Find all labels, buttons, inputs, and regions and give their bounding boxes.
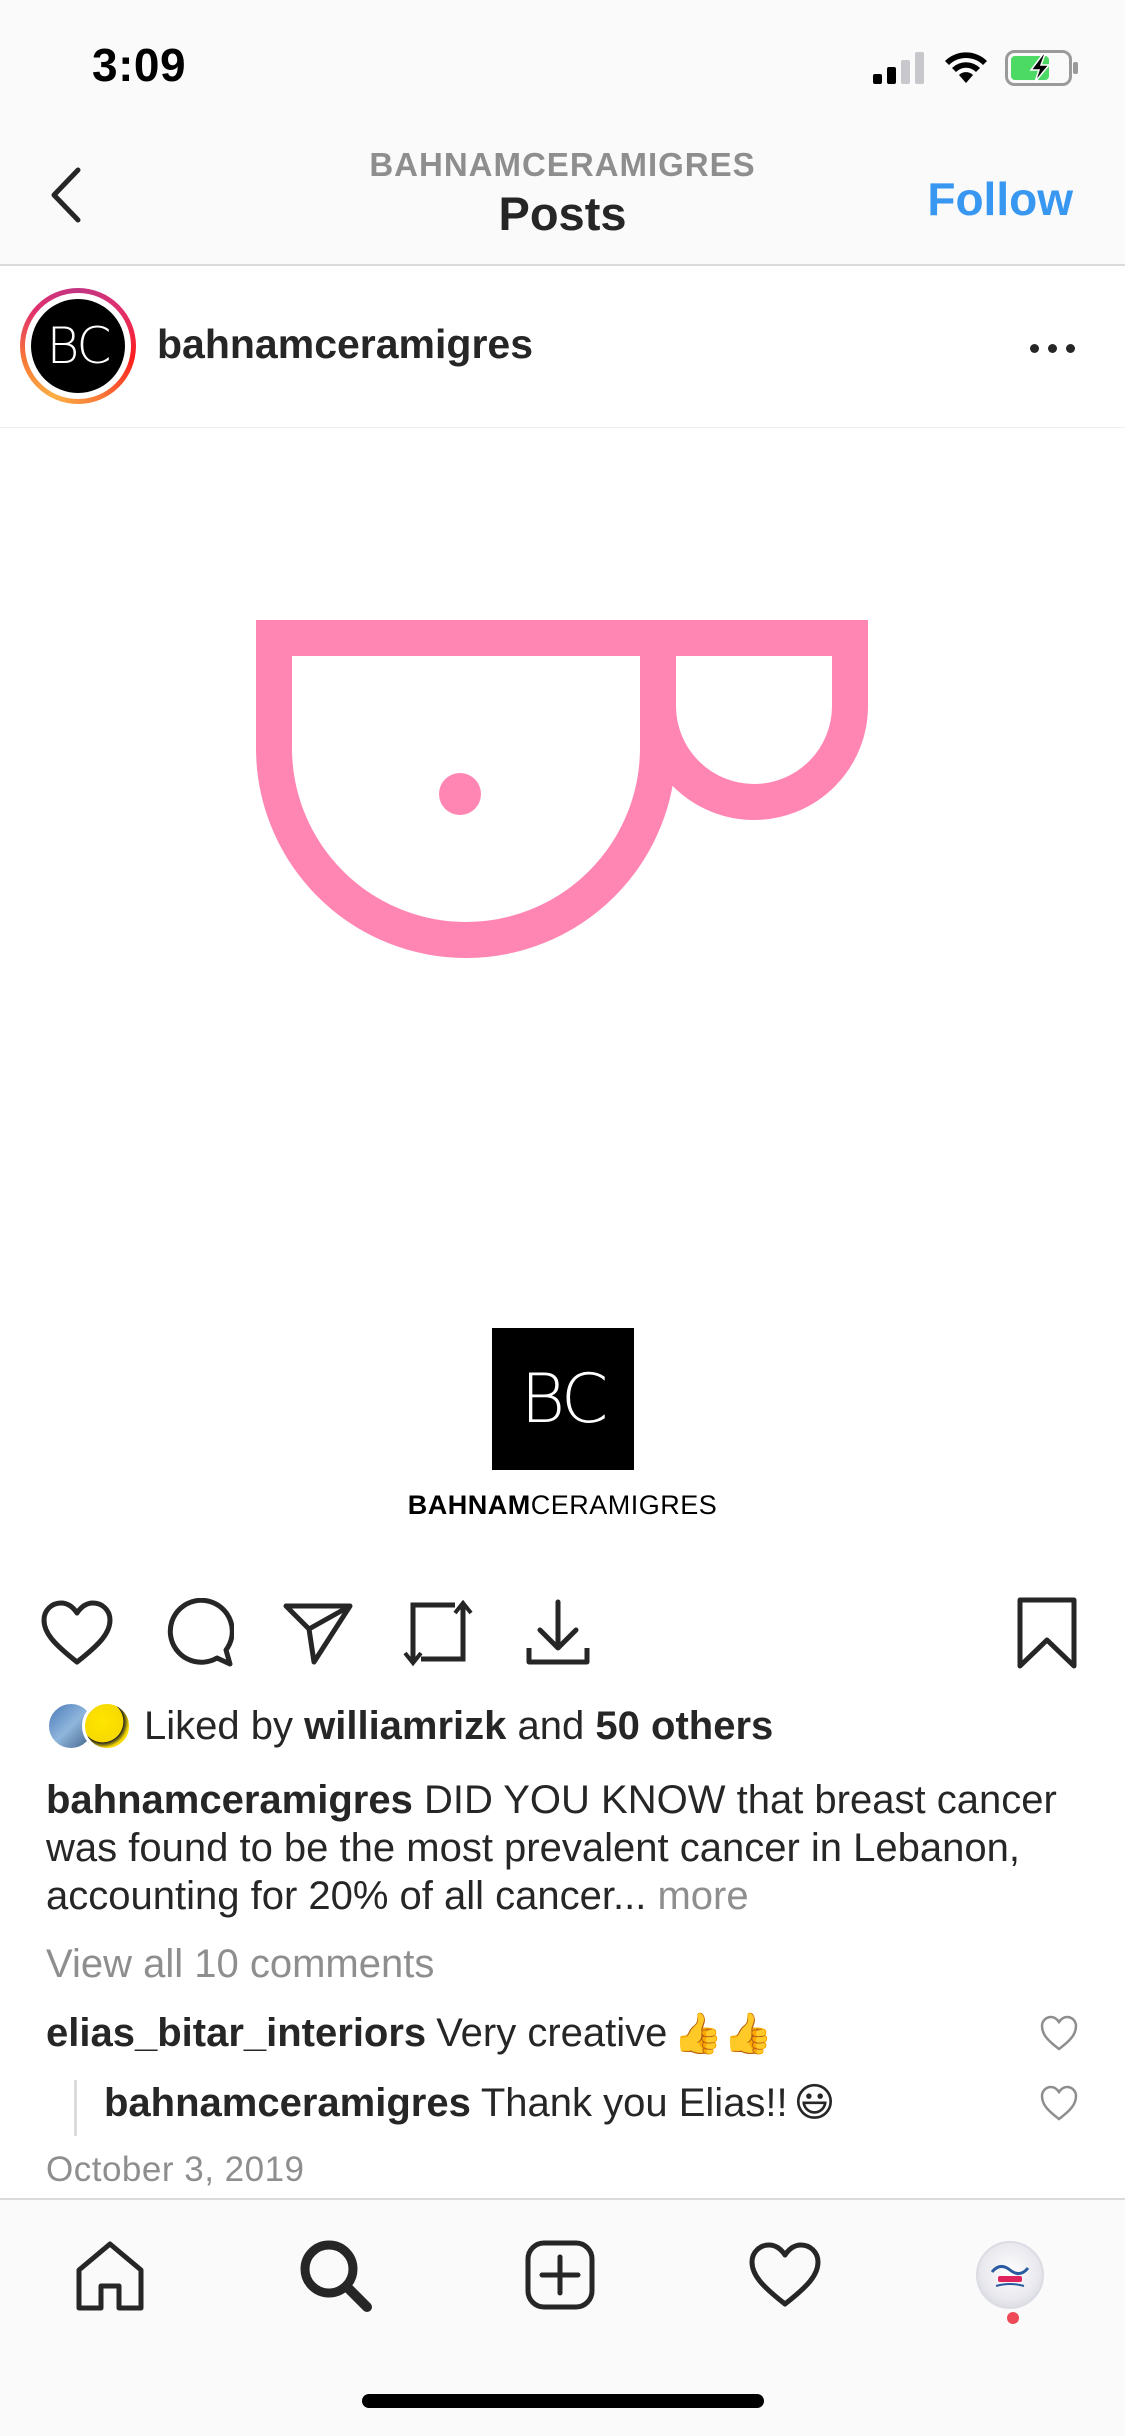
more-options-button[interactable]	[1017, 328, 1087, 368]
comment-like-heart-icon[interactable]	[1039, 2013, 1079, 2053]
dot-icon	[1065, 343, 1075, 353]
thumbs-up-emoji: 👍👍	[673, 2012, 774, 2056]
repost-icon	[403, 1599, 473, 1667]
comment-icon	[167, 1598, 234, 1667]
tab-profile[interactable]	[965, 2230, 1055, 2320]
share-button[interactable]	[276, 1591, 360, 1675]
profile-avatar	[976, 2241, 1044, 2309]
battery-charging-icon	[1005, 50, 1078, 86]
status-bar: 3:09	[0, 0, 1125, 132]
home-indicator[interactable]	[362, 2394, 764, 2408]
story-ring[interactable]: BC	[20, 288, 136, 404]
activity-heart-icon	[749, 2242, 821, 2307]
notification-dot	[1007, 2312, 1019, 2324]
repost-button[interactable]	[396, 1591, 480, 1675]
download-button[interactable]	[516, 1591, 600, 1675]
post-date: October 3, 2019	[46, 2150, 305, 2189]
avatar: BC	[31, 299, 125, 393]
home-icon	[76, 2241, 144, 2311]
caption-username[interactable]: bahnamceramigres	[46, 1778, 413, 1822]
comment-like-heart-icon[interactable]	[1039, 2083, 1079, 2123]
add-post-icon	[525, 2240, 595, 2310]
comment-reply: bahnamceramigres Thank you Elias!! 😃	[104, 2080, 835, 2126]
download-icon	[526, 1599, 590, 1665]
post-actions	[0, 1583, 1125, 1683]
post-image[interactable]: BC BAHNAMCERAMIGRES	[0, 428, 1125, 1553]
comment: elias_bitar_interiors Very creative 👍👍	[46, 2010, 773, 2057]
navigation-header: BAHNAMCERAMIGRES Posts Follow	[0, 132, 1125, 266]
save-button[interactable]	[1005, 1591, 1089, 1675]
smiley-emoji: 😃	[793, 2081, 836, 2125]
comment-username[interactable]: elias_bitar_interiors	[46, 2011, 426, 2056]
comment-text: Very creative	[436, 2011, 668, 2055]
dot-icon	[1029, 343, 1039, 353]
dot-icon	[1047, 343, 1057, 353]
caption-more-link[interactable]: more	[657, 1874, 748, 1918]
tab-activity[interactable]	[740, 2230, 830, 2320]
bookmark-icon	[1017, 1597, 1077, 1669]
status-icons	[873, 48, 1081, 88]
comment-button[interactable]	[157, 1591, 241, 1675]
search-icon	[300, 2240, 372, 2312]
likes-summary[interactable]: Liked by williamrizk and 50 others	[46, 1696, 773, 1756]
wifi-icon	[945, 52, 987, 83]
tab-home[interactable]	[65, 2230, 155, 2320]
paper-plane-icon	[283, 1603, 353, 1665]
post-header: BC bahnamceramigres	[0, 266, 1125, 428]
comment-username[interactable]: bahnamceramigres	[104, 2081, 471, 2126]
brand-logo: BC	[492, 1328, 634, 1470]
liker-avatar	[82, 1701, 132, 1751]
tab-search[interactable]	[290, 2230, 380, 2320]
view-all-comments-link[interactable]: View all 10 comments	[46, 1942, 434, 1987]
brand-wordmark: BAHNAMCERAMIGRES	[407, 1490, 718, 1520]
reply-thread-line	[74, 2080, 77, 2136]
heart-icon	[41, 1600, 113, 1665]
status-time: 3:09	[92, 39, 187, 91]
cellular-signal-icon	[873, 52, 924, 84]
post-username[interactable]: bahnamceramigres	[157, 321, 533, 368]
like-button[interactable]	[35, 1591, 119, 1675]
post-caption: bahnamceramigres DID YOU KNOW that breas…	[46, 1776, 1086, 1920]
tab-new-post[interactable]	[515, 2230, 605, 2320]
comment-text: Thank you Elias!!	[480, 2080, 788, 2125]
likes-text: Liked by williamrizk and 50 others	[144, 1703, 774, 1748]
profile-logo-icon	[990, 2265, 1030, 2287]
follow-button[interactable]: Follow	[927, 172, 1073, 226]
